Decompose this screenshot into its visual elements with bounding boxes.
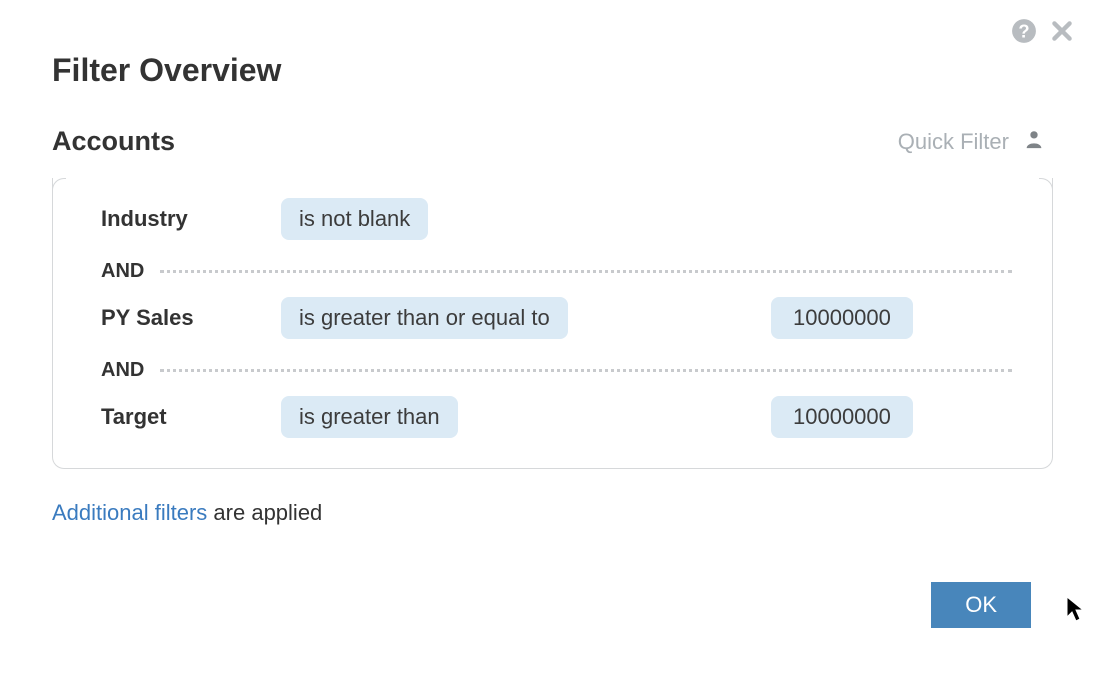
operator-chip[interactable]: is not blank bbox=[281, 198, 428, 240]
filter-row: Industry is not blank bbox=[101, 196, 1012, 242]
and-label: AND bbox=[101, 260, 160, 283]
and-separator: AND bbox=[101, 359, 1012, 382]
operator-chip[interactable]: is greater than or equal to bbox=[281, 297, 568, 339]
user-icon[interactable] bbox=[1023, 128, 1045, 155]
operator-chip[interactable]: is greater than bbox=[281, 396, 458, 438]
additional-filters-note: Additional filters are applied bbox=[52, 500, 322, 526]
filter-conditions-box: Industry is not blank AND PY Sales is gr… bbox=[52, 178, 1053, 469]
help-icon[interactable]: ? bbox=[1011, 18, 1037, 44]
close-icon[interactable] bbox=[1049, 18, 1075, 44]
separator-line bbox=[160, 369, 1012, 372]
and-separator: AND bbox=[101, 260, 1012, 283]
separator-line bbox=[160, 270, 1012, 273]
filter-row: PY Sales is greater than or equal to 100… bbox=[101, 295, 1012, 341]
ok-button[interactable]: OK bbox=[931, 582, 1031, 628]
filter-row: Target is greater than 10000000 bbox=[101, 394, 1012, 440]
value-chip[interactable]: 10000000 bbox=[771, 297, 913, 339]
field-label-target: Target bbox=[101, 404, 281, 430]
value-chip[interactable]: 10000000 bbox=[771, 396, 913, 438]
section-title: Accounts bbox=[52, 126, 175, 157]
field-label-pysales: PY Sales bbox=[101, 305, 281, 331]
additional-filters-suffix: are applied bbox=[207, 500, 322, 525]
additional-filters-link[interactable]: Additional filters bbox=[52, 500, 207, 525]
and-label: AND bbox=[101, 359, 160, 382]
mouse-cursor-icon bbox=[1065, 596, 1087, 624]
field-label-industry: Industry bbox=[101, 206, 281, 232]
svg-text:?: ? bbox=[1018, 21, 1029, 42]
quick-filter-label[interactable]: Quick Filter bbox=[898, 129, 1009, 155]
dialog-title: Filter Overview bbox=[52, 52, 281, 89]
